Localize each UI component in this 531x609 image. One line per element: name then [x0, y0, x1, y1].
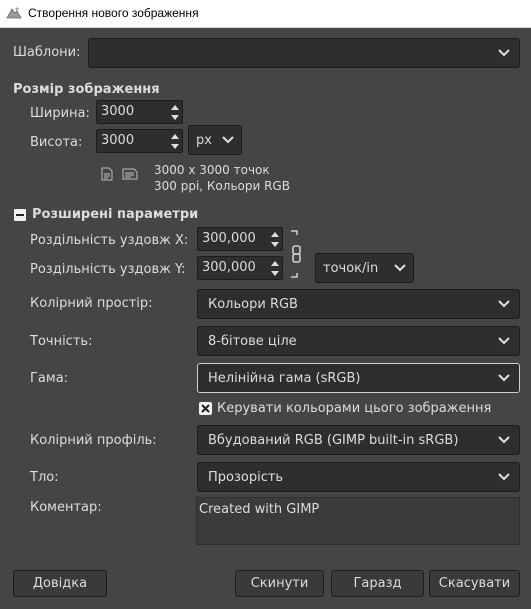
precision-label: Точність:	[30, 334, 93, 349]
yres-spinner[interactable]: 300,000	[197, 256, 283, 280]
arrow-down-icon[interactable]	[171, 144, 179, 150]
size-unit-value: px	[196, 133, 212, 148]
precision-value: 8-бітове ціле	[208, 334, 297, 349]
landscape-icon[interactable]	[122, 168, 138, 180]
width-spinner[interactable]: 3000	[96, 100, 183, 124]
arrow-up-icon[interactable]	[171, 104, 179, 110]
chevron-down-icon	[498, 436, 510, 444]
height-label: Висота:	[30, 135, 83, 150]
arrow-down-icon[interactable]	[271, 242, 279, 248]
gamma-label: Гама:	[30, 371, 69, 386]
resolution-unit-value: точок/in	[323, 261, 379, 276]
profile-value: Вбудований RGB (GIMP built-in sRGB)	[208, 433, 459, 448]
chevron-down-icon	[498, 337, 510, 345]
height-spinner-arrows[interactable]	[168, 130, 182, 152]
window-title: Створення нового зображення	[28, 6, 199, 20]
height-spinner[interactable]: 3000	[96, 129, 183, 153]
profile-combo[interactable]: Вбудований RGB (GIMP built-in sRGB)	[197, 425, 520, 455]
chevron-down-icon	[394, 264, 406, 272]
width-label: Ширина:	[30, 106, 90, 121]
colorspace-combo[interactable]: Кольори RGB	[197, 289, 520, 319]
chain-link-icon[interactable]	[289, 230, 303, 278]
height-value: 3000	[101, 133, 135, 148]
colorspace-value: Кольори RGB	[208, 297, 298, 312]
width-spinner-arrows[interactable]	[168, 101, 182, 123]
resolution-unit-combo[interactable]: точок/in	[315, 253, 414, 283]
portrait-icon[interactable]	[101, 167, 113, 181]
arrow-up-icon[interactable]	[171, 133, 179, 139]
help-button[interactable]: Довідка	[13, 570, 107, 597]
size-unit-combo[interactable]: px	[188, 125, 242, 155]
color-manage-checkbox[interactable]	[199, 402, 212, 415]
xres-spinner-arrows[interactable]	[268, 228, 282, 250]
color-manage-label[interactable]: Керувати кольорами цього зображення	[217, 401, 491, 416]
size-info-line1: 3000 x 3000 точок	[154, 163, 270, 177]
gimp-app-icon	[6, 7, 22, 19]
collapse-icon[interactable]	[14, 209, 26, 221]
chevron-down-icon	[498, 300, 510, 308]
templates-combo[interactable]	[88, 38, 520, 68]
comment-value: Created with GIMP	[199, 502, 320, 517]
comment-label: Коментар:	[30, 500, 102, 515]
profile-label: Колірний профіль:	[30, 433, 157, 448]
chevron-down-icon	[498, 49, 510, 57]
window-titlebar: Створення нового зображення	[0, 0, 531, 28]
fill-combo[interactable]: Прозорість	[197, 462, 520, 492]
fill-value: Прозорість	[208, 470, 284, 485]
fill-label: Тло:	[30, 470, 59, 485]
xres-value: 300,000	[202, 231, 256, 246]
colorspace-label: Колірний простір:	[30, 296, 153, 311]
image-size-heading: Розмір зображення	[13, 82, 160, 97]
yres-value: 300,000	[202, 260, 256, 275]
arrow-down-icon[interactable]	[171, 115, 179, 121]
advanced-heading[interactable]: Розширені параметри	[32, 207, 198, 222]
reset-button[interactable]: Скинути	[235, 570, 324, 597]
ok-button[interactable]: Гаразд	[331, 570, 424, 597]
arrow-down-icon[interactable]	[271, 271, 279, 277]
size-info-line2: 300 ppi, Кольори RGB	[154, 179, 290, 193]
comment-textarea[interactable]: Created with GIMP	[196, 497, 520, 545]
arrow-up-icon[interactable]	[271, 231, 279, 237]
templates-label: Шаблони:	[13, 45, 81, 60]
chevron-down-icon	[498, 374, 510, 382]
chevron-down-icon	[498, 473, 510, 481]
xres-spinner[interactable]: 300,000	[197, 227, 283, 251]
precision-combo[interactable]: 8-бітове ціле	[197, 326, 520, 356]
chevron-down-icon	[222, 136, 234, 144]
gamma-value: Нелінійна гама (sRGB)	[208, 371, 361, 386]
yres-spinner-arrows[interactable]	[268, 257, 282, 279]
gamma-combo[interactable]: Нелінійна гама (sRGB)	[197, 363, 520, 393]
cancel-button[interactable]: Скасувати	[429, 570, 520, 597]
width-value: 3000	[101, 104, 135, 119]
yres-label: Роздільність уздовж Y:	[30, 262, 186, 277]
arrow-up-icon[interactable]	[271, 260, 279, 266]
xres-label: Роздільність уздовж X:	[30, 233, 189, 248]
